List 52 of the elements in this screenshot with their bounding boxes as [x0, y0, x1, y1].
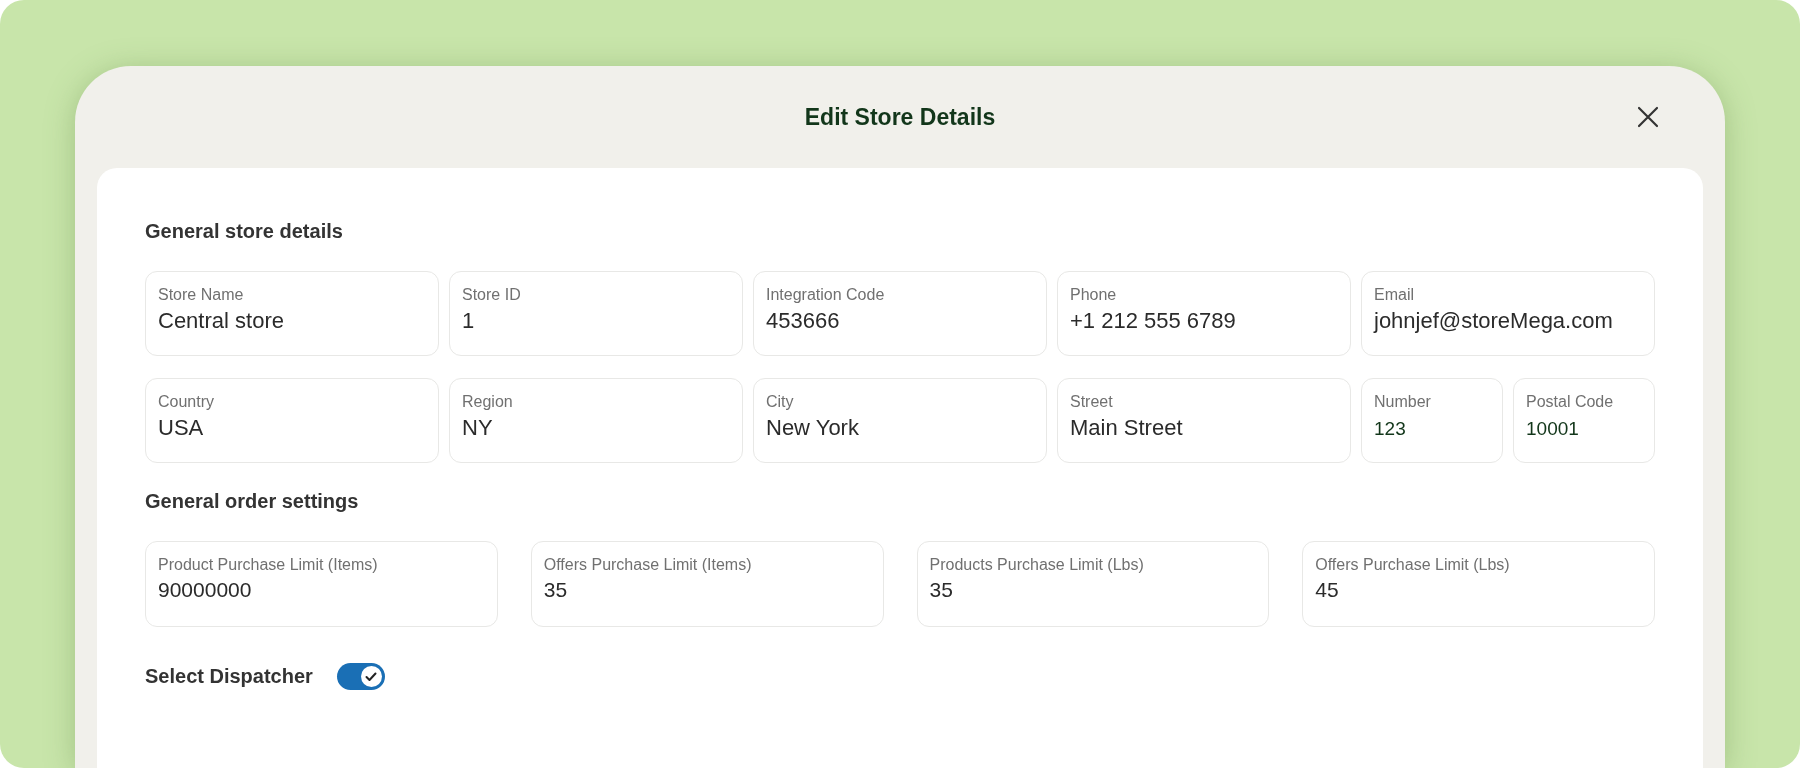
field-value: 35	[929, 578, 953, 602]
check-icon	[365, 671, 378, 682]
field-label: Offers Purchase Limit (Lbs)	[1315, 556, 1510, 574]
input-field[interactable]: Offers Purchase Limit (Items) 35	[530, 541, 884, 627]
field-value: 90000000	[158, 578, 252, 602]
field-label: Number	[1374, 393, 1431, 411]
input-field[interactable]: Product Purchase Limit (Items) 90000000	[145, 541, 498, 627]
field-label: Product Purchase Limit (Items)	[158, 556, 378, 574]
field-value: USA	[158, 415, 204, 441]
field-label: Email	[1374, 286, 1414, 304]
field-value: Central store	[158, 308, 284, 334]
field-value: New York	[766, 415, 859, 441]
field-value: 35	[543, 578, 568, 602]
field-value: 453666	[766, 308, 840, 334]
field-label: Store ID	[462, 286, 521, 304]
field-label: Products Purchase Limit (Lbs)	[929, 556, 1144, 574]
input-field[interactable]: Region NY	[449, 378, 743, 463]
input-field[interactable]: Email johnjef@storeMega.com	[1361, 271, 1655, 356]
input-field[interactable]: Street Main Street	[1057, 378, 1351, 463]
field-label: City	[766, 393, 794, 411]
dialog-title: Edit Store Details	[804, 103, 996, 131]
field-value: 45	[1315, 578, 1339, 602]
input-field[interactable]: Products Purchase Limit (Lbs) 35	[916, 541, 1270, 627]
input-field[interactable]: Integration Code 453666	[753, 271, 1047, 356]
field-label: Postal Code	[1526, 393, 1614, 411]
input-field[interactable]: Number 123	[1361, 378, 1503, 463]
field-value: johnjef@storeMega.com	[1374, 308, 1613, 334]
input-field[interactable]: Store Name Central store	[145, 271, 439, 356]
field-value: 1	[462, 308, 475, 334]
field-label: Street	[1070, 393, 1113, 411]
field-label: Offers Purchase Limit (Items)	[543, 556, 752, 574]
field-label: Country	[158, 393, 215, 411]
input-field[interactable]: Country USA	[145, 378, 439, 463]
field-value: 123	[1374, 418, 1406, 440]
section-heading: General store details	[145, 220, 344, 243]
dispatcher-label: Select Dispatcher	[145, 665, 313, 688]
section-heading: General order settings	[145, 490, 360, 513]
input-field[interactable]: Phone +1 212 555 6789	[1057, 271, 1351, 356]
input-field[interactable]: Store ID 1	[449, 271, 743, 356]
field-label: Integration Code	[766, 286, 885, 304]
input-field[interactable]: Offers Purchase Limit (Lbs) 45	[1302, 541, 1655, 627]
field-value: +1 212 555 6789	[1070, 308, 1236, 334]
field-value: NY	[462, 415, 493, 441]
field-value: Main Street	[1070, 415, 1183, 441]
input-field[interactable]: Postal Code 10001	[1513, 378, 1655, 463]
input-field[interactable]: City New York	[753, 378, 1047, 463]
field-value: 10001	[1526, 418, 1579, 440]
field-label: Phone	[1070, 286, 1117, 304]
close-icon[interactable]	[1637, 106, 1659, 128]
field-label: Region	[462, 393, 513, 411]
toggle-switch[interactable]	[336, 663, 385, 690]
field-label: Store Name	[158, 286, 244, 304]
